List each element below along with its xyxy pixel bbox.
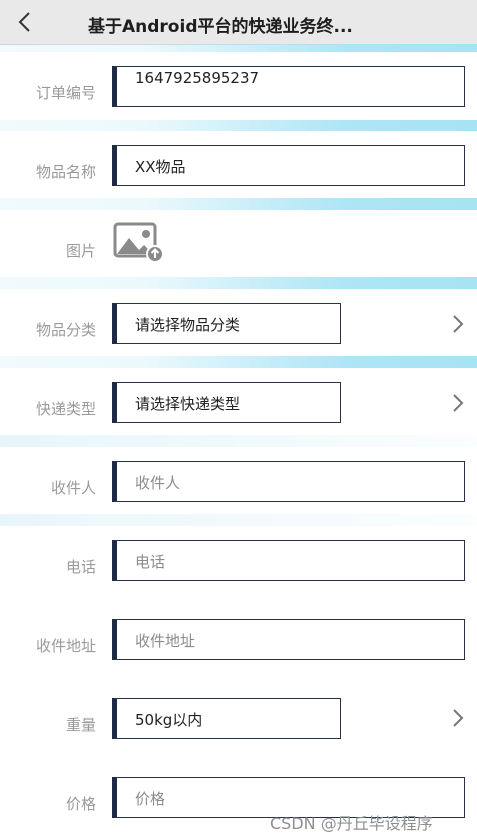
image-add-icon[interactable] [113,220,165,264]
form-row-order-no: 订单编号 1647925895237 [0,52,477,120]
express-label: 快递类型 [35,400,96,418]
item-name-value: XX物品 [135,158,186,176]
form-row-category: 物品分类 请选择物品分类 [0,289,477,356]
receiver-placeholder: 收件人 [135,474,181,492]
separator [0,120,477,131]
form-row-weight: 重量 50kg以内 [0,684,477,751]
receiver-input[interactable]: 收件人 [112,461,465,502]
address-input[interactable]: 收件地址 [112,619,465,660]
chevron-right-icon[interactable] [451,314,465,334]
chevron-right-icon[interactable] [451,708,465,728]
form-row-item-name: 物品名称 XX物品 [0,131,477,198]
phone-label: 电话 [65,558,96,576]
address-label: 收件地址 [35,637,96,655]
weight-label: 重量 [65,716,96,734]
order-no-label: 订单编号 [35,84,96,102]
category-label: 物品分类 [35,321,96,339]
form-row-phone: 电话 电话 [0,526,477,593]
separator [0,44,477,52]
order-no-field[interactable]: 1647925895237 [112,66,465,107]
page-title: 基于Android平台的快递业务终... [88,17,353,37]
separator [0,356,477,368]
separator [0,277,477,289]
watermark: CSDN @丹丘毕设程序 [270,814,433,833]
express-value: 请选择快递类型 [135,395,241,413]
price-placeholder: 价格 [135,790,166,808]
app-bar: 基于Android平台的快递业务终... [0,0,477,45]
image-label: 图片 [65,242,96,260]
item-name-field[interactable]: XX物品 [112,145,465,186]
item-name-label: 物品名称 [35,163,96,181]
form-row-receiver: 收件人 收件人 [0,447,477,514]
back-arrow-icon[interactable] [14,11,36,33]
phone-placeholder: 电话 [135,553,166,571]
category-select[interactable]: 请选择物品分类 [112,303,341,344]
form-row-express: 快递类型 请选择快递类型 [0,368,477,435]
price-label: 价格 [65,795,96,813]
order-no-value: 1647925895237 [135,69,260,87]
form-row-image: 图片 [0,210,477,277]
address-placeholder: 收件地址 [135,632,196,650]
separator [0,514,477,526]
express-select[interactable]: 请选择快递类型 [112,382,341,423]
form-row-address: 收件地址 收件地址 [0,605,477,672]
weight-value: 50kg以内 [135,711,203,729]
chevron-right-icon[interactable] [451,393,465,413]
phone-input[interactable]: 电话 [112,540,465,581]
separator [0,198,477,210]
receiver-label: 收件人 [50,479,96,497]
category-value: 请选择物品分类 [135,316,241,334]
weight-select[interactable]: 50kg以内 [112,698,341,739]
separator [0,435,477,447]
